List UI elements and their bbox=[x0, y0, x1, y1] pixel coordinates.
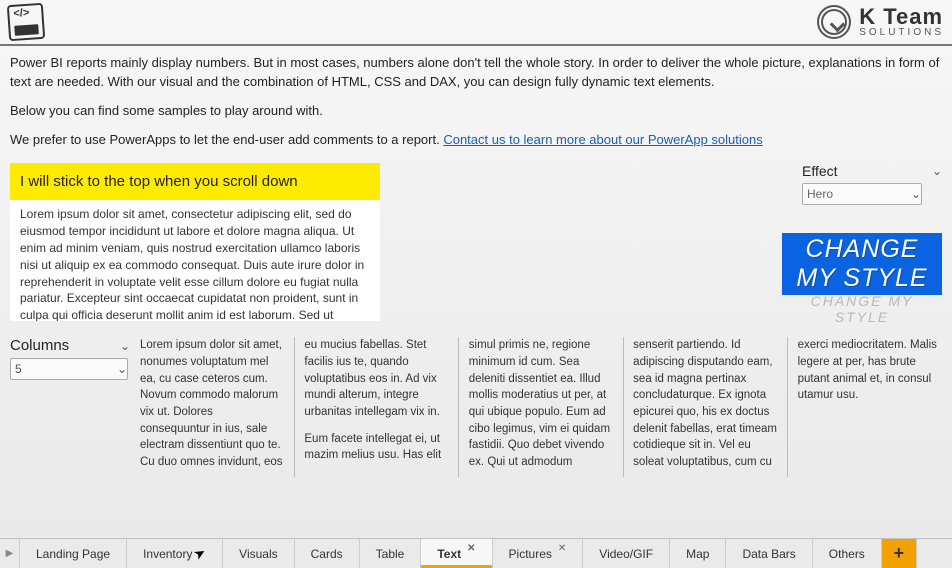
intro-paragraph-3: We prefer to use PowerApps to let the en… bbox=[10, 131, 942, 150]
mid-section: I will stick to the top when you scroll … bbox=[0, 163, 952, 331]
effect-value: Hero bbox=[807, 187, 833, 201]
tab-landing-page[interactable]: Landing Page bbox=[20, 539, 127, 568]
brand-logo-icon bbox=[817, 5, 851, 39]
tab-others[interactable]: Others bbox=[813, 539, 882, 568]
tab-label: Table bbox=[376, 547, 405, 561]
tab-video-gif[interactable]: Video/GIF bbox=[583, 539, 670, 568]
chevron-down-icon: ⌄ bbox=[117, 362, 127, 376]
brand-name: K Team bbox=[859, 6, 944, 28]
effect-label: Effect bbox=[802, 163, 838, 179]
tab-map[interactable]: Map bbox=[670, 539, 726, 568]
chevron-down-icon: ⌄ bbox=[120, 339, 130, 353]
header-bar: K Team SOLUTIONS bbox=[0, 0, 952, 46]
tab-scroll-left[interactable]: ▶ bbox=[0, 539, 20, 568]
tab-label: Inventory bbox=[143, 547, 192, 561]
effect-column: Effect ⌄ Hero ⌄ CHANGE MY STYLE CHANGE M… bbox=[782, 163, 942, 325]
effect-select[interactable]: Hero ⌄ bbox=[802, 183, 922, 205]
brand-block: K Team SOLUTIONS bbox=[817, 5, 944, 39]
tab-label: Pictures bbox=[509, 547, 552, 561]
tab-label: Text bbox=[437, 547, 461, 561]
tab-label: Data Bars bbox=[742, 547, 795, 561]
columns-value: 5 bbox=[15, 362, 22, 376]
tab-label: Cards bbox=[311, 547, 343, 561]
tab-label: Video/GIF bbox=[599, 547, 653, 561]
lorem-body: Lorem ipsum dolor sit amet, consectetur … bbox=[10, 200, 380, 321]
tab-bar: ▶ Landing Page Inventory➤ Visuals Cards Tabl… bbox=[0, 538, 952, 568]
tab-label: Visuals bbox=[239, 547, 277, 561]
intro-section: Power BI reports mainly display numbers.… bbox=[0, 46, 952, 163]
columns-header[interactable]: Columns ⌄ bbox=[10, 337, 130, 354]
tab-text[interactable]: Text ✕ bbox=[421, 539, 492, 568]
chevron-down-icon: ⌄ bbox=[932, 164, 942, 178]
tab-table[interactable]: Table bbox=[360, 539, 422, 568]
tab-inventory[interactable]: Inventory➤ bbox=[127, 539, 223, 568]
sticky-scroll-box[interactable]: I will stick to the top when you scroll … bbox=[10, 163, 380, 321]
cursor-pointer-icon: ➤ bbox=[191, 543, 210, 564]
intro-paragraph-1: Power BI reports mainly display numbers.… bbox=[10, 54, 942, 92]
brand-subtitle: SOLUTIONS bbox=[859, 28, 944, 38]
columns-select[interactable]: 5 ⌄ bbox=[10, 358, 128, 380]
intro-p3-prefix: We prefer to use PowerApps to let the en… bbox=[10, 132, 443, 147]
intro-paragraph-2: Below you can find some samples to play … bbox=[10, 102, 942, 121]
tab-label: Landing Page bbox=[36, 547, 110, 561]
tab-label: Others bbox=[829, 547, 865, 561]
sticky-banner: I will stick to the top when you scroll … bbox=[10, 163, 380, 200]
style-banner: CHANGE MY STYLE bbox=[782, 233, 942, 295]
style-banner-shadow: CHANGE MY STYLE bbox=[782, 293, 942, 325]
tab-label: Map bbox=[686, 547, 709, 561]
contact-link[interactable]: Contact us to learn more about our Power… bbox=[443, 132, 762, 147]
tab-data-bars[interactable]: Data Bars bbox=[726, 539, 812, 568]
effect-header[interactable]: Effect ⌄ bbox=[802, 163, 942, 183]
app-icon bbox=[7, 3, 45, 41]
tab-add-button[interactable]: + bbox=[882, 539, 916, 568]
columns-label: Columns bbox=[10, 337, 69, 354]
chevron-down-icon: ⌄ bbox=[911, 187, 921, 201]
tab-close-icon[interactable]: ✕ bbox=[467, 543, 475, 554]
tab-cards[interactable]: Cards bbox=[295, 539, 360, 568]
tab-close-icon[interactable]: ✕ bbox=[558, 543, 566, 554]
columns-section: Columns ⌄ 5 ⌄ Lorem ipsum dolor sit amet… bbox=[0, 331, 952, 491]
tab-visuals[interactable]: Visuals bbox=[223, 539, 294, 568]
tab-pictures[interactable]: Pictures ✕ bbox=[493, 539, 584, 568]
columns-text: Lorem ipsum dolor sit amet, nonumes volu… bbox=[140, 337, 942, 477]
